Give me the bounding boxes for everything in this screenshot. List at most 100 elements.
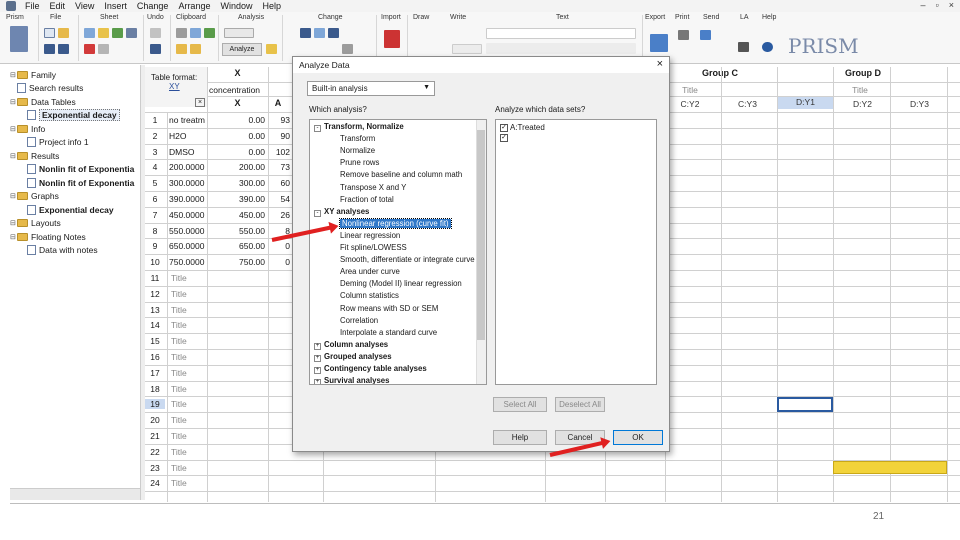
change-graph-icon[interactable] — [300, 28, 311, 38]
row-number[interactable]: 21 — [145, 431, 165, 441]
x-value-cell[interactable]: 550.00 — [207, 226, 265, 236]
row-title-cell[interactable]: 650.0000 — [169, 241, 206, 251]
la-icon[interactable] — [738, 42, 749, 52]
x-value-cell[interactable]: 300.00 — [207, 178, 265, 188]
edit-sheet-icon[interactable] — [112, 28, 123, 38]
menu-window[interactable]: Window — [215, 1, 257, 11]
tree-toggle-icon[interactable]: ⊟ — [10, 219, 17, 227]
row-title-placeholder[interactable]: Title — [171, 273, 205, 283]
nav-item[interactable]: ⊟ Layouts — [10, 217, 61, 230]
magic-wand-icon[interactable] — [126, 28, 137, 38]
a-value-cell[interactable]: 102 — [269, 147, 290, 157]
tree-item[interactable]: Smooth, differentiate or integrate curve — [340, 255, 475, 264]
row-number[interactable]: 4 — [145, 162, 165, 172]
expand-icon[interactable]: + — [314, 354, 321, 362]
datasets-list[interactable]: ✓ A:Treated ✓ — [495, 119, 657, 385]
x-value-cell[interactable]: 750.00 — [207, 257, 265, 267]
a-value-cell[interactable]: 0 — [269, 257, 290, 267]
new-sheet-icon[interactable] — [84, 28, 95, 38]
text-style-buttons[interactable] — [486, 43, 636, 54]
tree-toggle-icon[interactable]: ⊟ — [10, 98, 17, 106]
menu-insert[interactable]: Insert — [99, 1, 132, 11]
nav-item[interactable]: ⊟ Graphs — [10, 190, 59, 203]
change-order-icon[interactable] — [314, 28, 325, 38]
tree-item[interactable]: Fraction of total — [340, 195, 394, 204]
nav-item[interactable]: Project info 1 — [20, 136, 89, 149]
tree-category[interactable]: + Survival analyses — [314, 376, 389, 384]
tree-toggle-icon[interactable]: ⊟ — [10, 233, 17, 241]
analysis-type-select[interactable]: Built-in analysis ▼ — [307, 81, 435, 96]
group-d-title[interactable]: Title — [825, 85, 895, 95]
row-title-placeholder[interactable]: Title — [171, 399, 205, 409]
row-title-cell[interactable]: 450.0000 — [169, 210, 206, 220]
change-format-icon[interactable] — [342, 44, 353, 54]
menu-help[interactable]: Help — [257, 1, 286, 11]
menu-view[interactable]: View — [70, 1, 99, 11]
help-button[interactable]: Help — [493, 430, 547, 445]
row-number[interactable]: 13 — [145, 305, 165, 315]
nav-item[interactable]: Exponential decay — [20, 109, 120, 122]
row-number[interactable]: 19 — [145, 399, 165, 410]
pencil-icon[interactable] — [98, 28, 109, 38]
row-number[interactable]: 15 — [145, 336, 165, 346]
row-number[interactable]: 22 — [145, 447, 165, 457]
x-value-cell[interactable]: 0.00 — [207, 131, 265, 141]
x-value-cell[interactable]: 650.00 — [207, 241, 265, 251]
x-value-cell[interactable]: 0.00 — [207, 147, 265, 157]
x-title-cell[interactable]: concentration — [209, 85, 267, 95]
row-title-placeholder[interactable]: Title — [171, 368, 205, 378]
row-title-placeholder[interactable]: Title — [171, 384, 205, 394]
row-number[interactable]: 9 — [145, 241, 165, 251]
nav-item[interactable]: Data with notes — [20, 244, 98, 257]
ok-button[interactable]: OK — [613, 430, 663, 445]
tree-item[interactable]: Nonlinear regression (curve fit) — [339, 217, 452, 229]
row-number[interactable]: 18 — [145, 384, 165, 394]
analysis-tree-scrollbar[interactable] — [476, 120, 486, 384]
send-icon[interactable] — [700, 30, 711, 40]
tree-item[interactable]: Column statistics — [340, 291, 399, 300]
row-number[interactable]: 17 — [145, 368, 165, 378]
row-number[interactable]: 24 — [145, 478, 165, 488]
checkmark-icon[interactable]: ✓ — [500, 123, 508, 132]
row-title-placeholder[interactable]: Title — [171, 478, 205, 488]
row-number[interactable]: 5 — [145, 178, 165, 188]
tree-item[interactable]: Transpose X and Y — [340, 183, 406, 192]
tree-item[interactable]: Correlation — [340, 316, 378, 325]
new-file-icon[interactable] — [44, 28, 55, 38]
row-title-placeholder[interactable]: Title — [171, 415, 205, 425]
nav-item[interactable]: ⊟ Info — [10, 122, 45, 135]
graph-analysis-icon[interactable] — [266, 44, 277, 54]
table-format-value[interactable]: XY — [169, 82, 180, 91]
nav-item[interactable]: ⊟ Floating Notes — [10, 230, 86, 243]
copy-icon[interactable] — [190, 28, 201, 38]
collapse-icon[interactable]: - — [314, 125, 321, 132]
redo-icon[interactable] — [150, 44, 161, 54]
font-dropdown[interactable] — [486, 28, 636, 39]
nav-item[interactable]: ⊟ Results — [10, 149, 59, 162]
cut-icon[interactable] — [176, 28, 187, 38]
xy-swap-icon[interactable] — [328, 28, 339, 38]
row-title-cell[interactable]: 750.0000 — [169, 257, 206, 267]
row-title-cell[interactable]: no treatm — [169, 115, 206, 125]
row-number[interactable]: 14 — [145, 320, 165, 330]
row-title-cell[interactable]: 300.0000 — [169, 178, 206, 188]
x-value-cell[interactable]: 390.00 — [207, 194, 265, 204]
navigator-hscrollbar[interactable] — [10, 488, 140, 500]
tree-category[interactable]: + Column analyses — [314, 340, 388, 350]
prism-cube-icon[interactable] — [10, 26, 28, 52]
nav-item[interactable]: ⊟ Family — [10, 68, 56, 81]
table-close-icon[interactable]: × — [195, 98, 205, 107]
tree-item[interactable]: Deming (Model II) linear regression — [340, 279, 462, 288]
tree-item[interactable]: Row means with SD or SEM — [340, 304, 438, 313]
tree-item[interactable]: Remove baseline and column math — [340, 170, 462, 179]
menu-change[interactable]: Change — [132, 1, 174, 11]
restore-icon[interactable]: ▫ — [936, 0, 939, 10]
row-title-placeholder[interactable]: Title — [171, 336, 205, 346]
help-icon[interactable] — [762, 42, 773, 52]
active-cell[interactable] — [777, 397, 833, 413]
expand-icon[interactable]: + — [314, 379, 321, 384]
text-format-icon[interactable] — [452, 44, 482, 54]
scroll-thumb[interactable] — [477, 130, 485, 340]
x-value-cell[interactable]: 450.00 — [207, 210, 265, 220]
nav-item[interactable]: Nonlin fit of Exponentia — [20, 176, 134, 189]
